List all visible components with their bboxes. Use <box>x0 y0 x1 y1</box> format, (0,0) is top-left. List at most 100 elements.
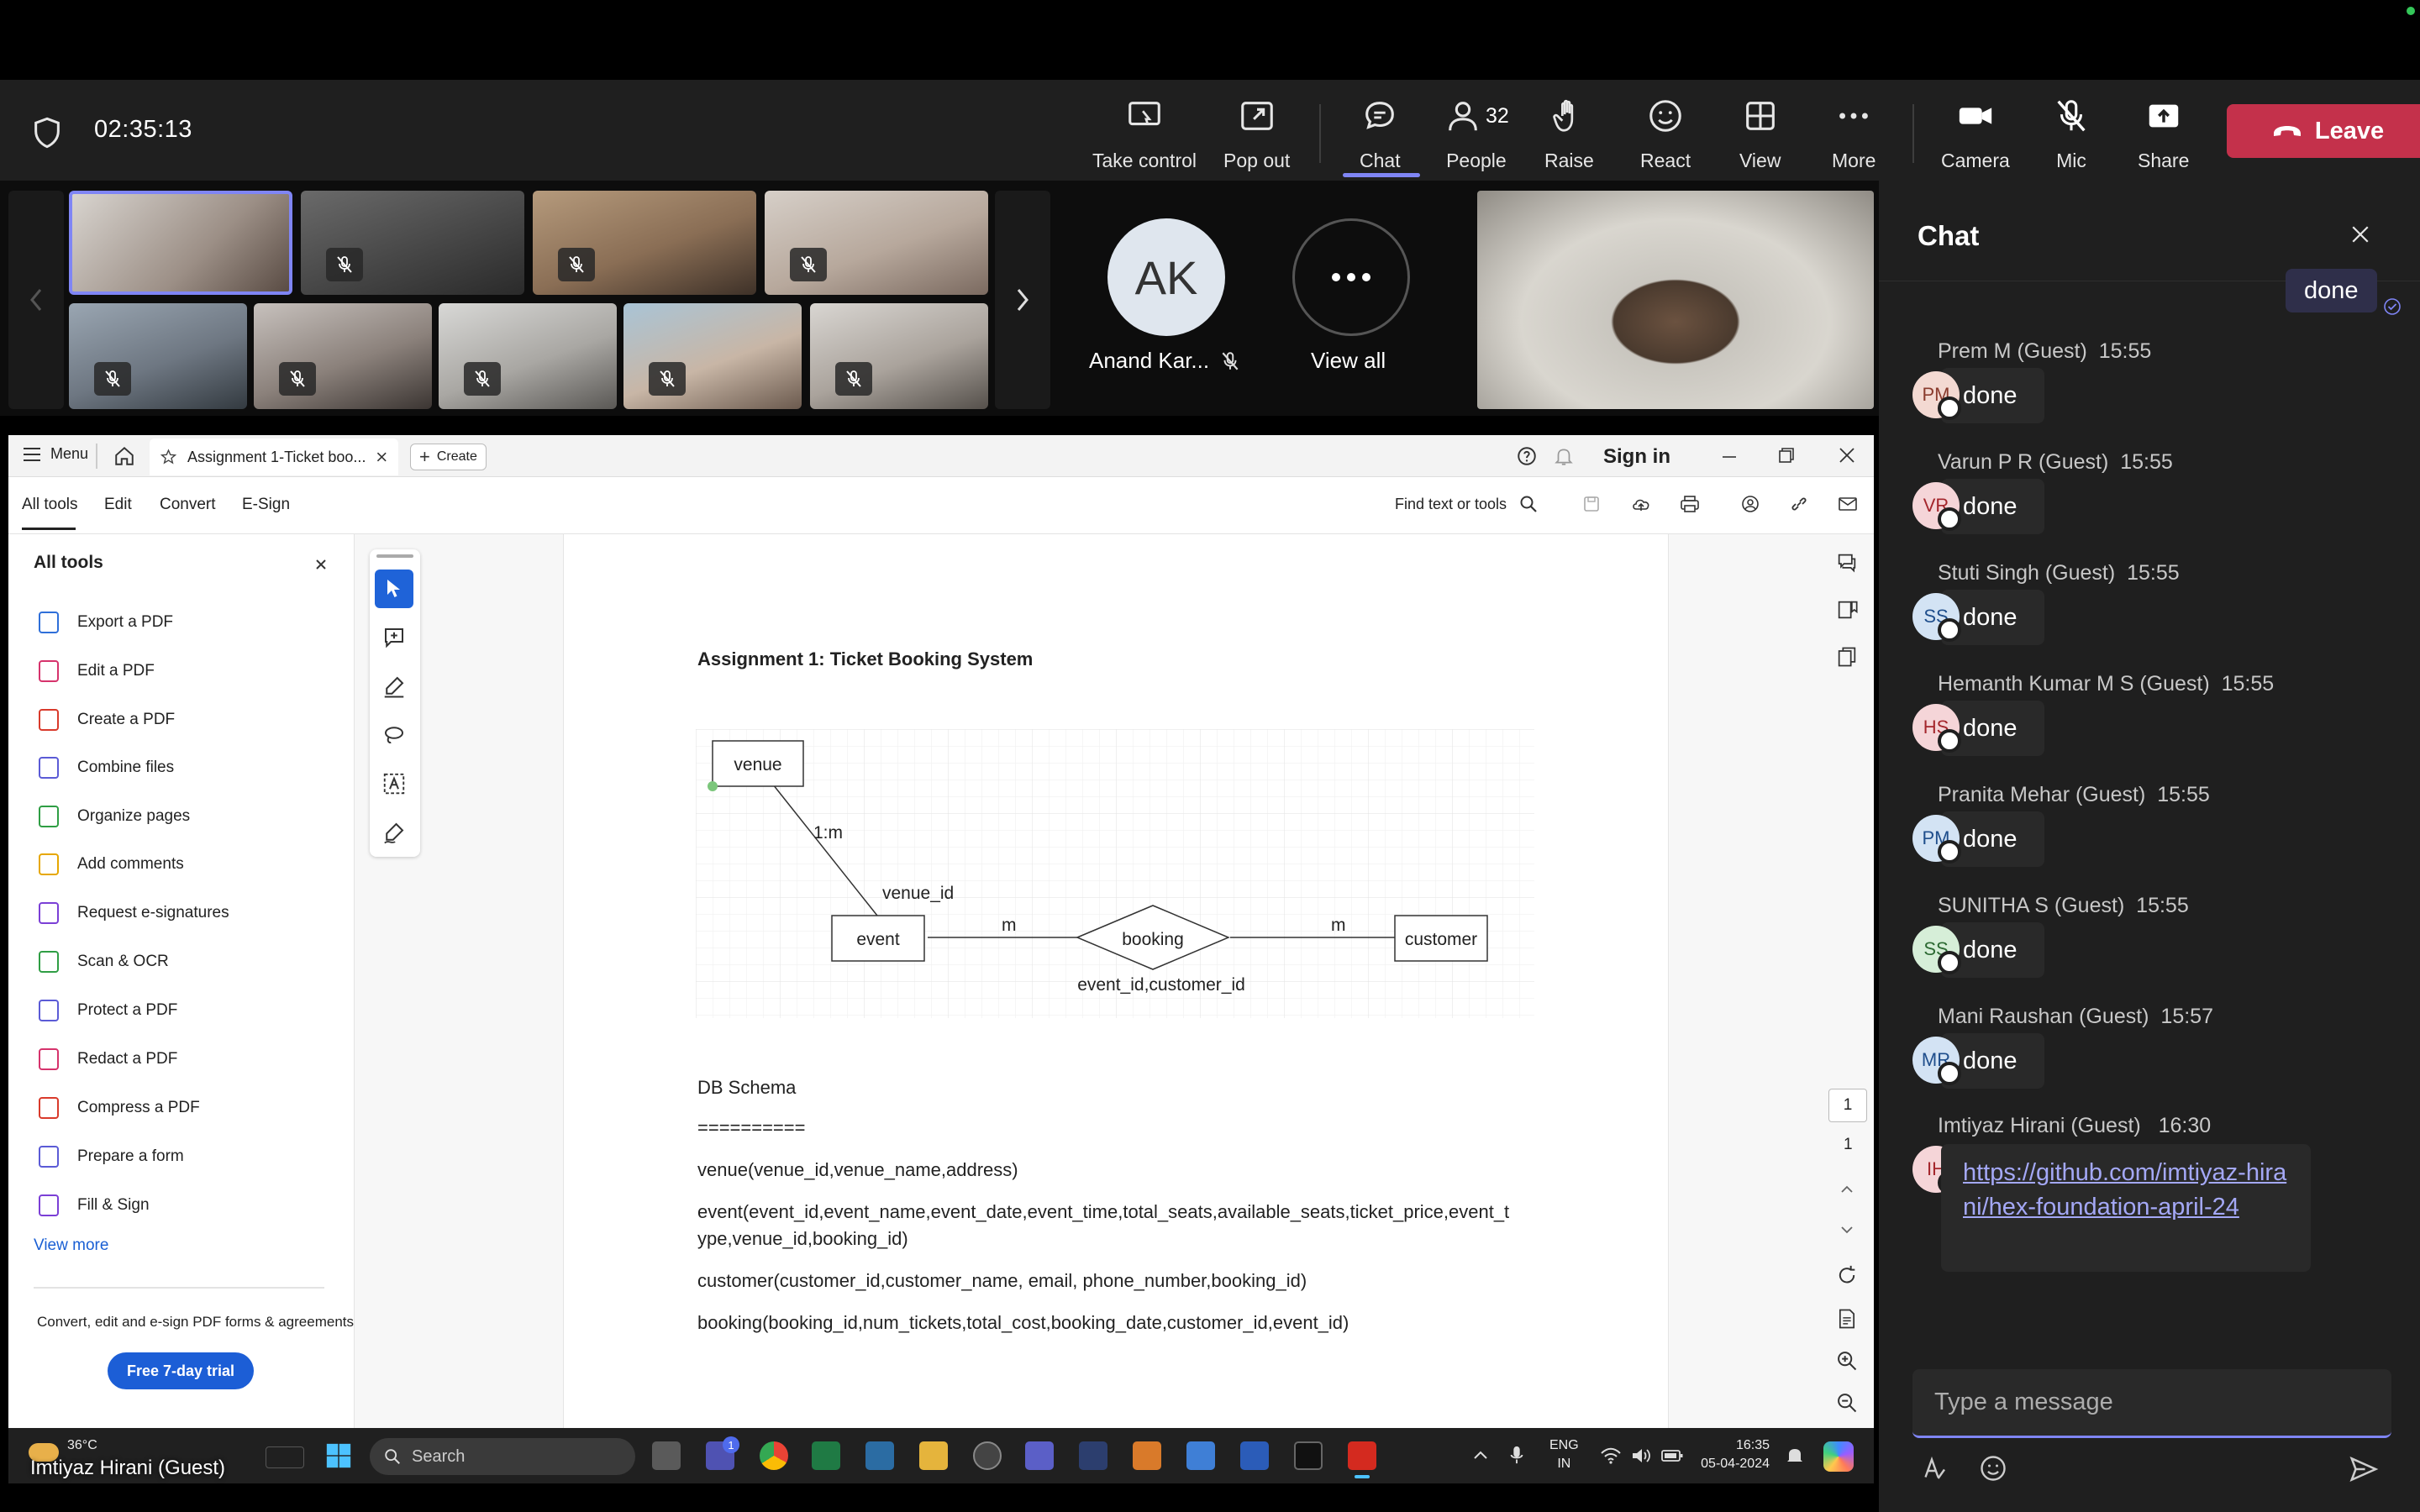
clock[interactable]: 16:35 05-04-2024 <box>1697 1436 1770 1473</box>
language-indicator[interactable]: ENG IN <box>1549 1436 1579 1473</box>
sign-pen-icon[interactable] <box>381 820 407 845</box>
print-icon[interactable] <box>1679 494 1701 514</box>
app-icon[interactable] <box>1133 1441 1161 1470</box>
terminal-icon[interactable] <box>1294 1441 1323 1470</box>
battery-icon[interactable] <box>1660 1446 1684 1465</box>
taskbar-search[interactable]: Search <box>370 1438 635 1475</box>
leave-button[interactable]: Leave <box>2227 104 2420 158</box>
message-avatar[interactable]: VR <box>1912 482 1961 531</box>
menu-button[interactable]: Menu <box>22 445 88 463</box>
close-chat-icon[interactable] <box>2348 222 2373 247</box>
free-trial-button[interactable]: Free 7-day trial <box>108 1352 254 1389</box>
lasso-icon[interactable] <box>381 722 407 748</box>
emoji-icon[interactable] <box>1978 1453 2008 1483</box>
word-icon[interactable] <box>1240 1441 1269 1470</box>
github-link[interactable]: https://github.com/imtiyaz-hirani/hex-fo… <box>1963 1156 2289 1225</box>
link-icon[interactable] <box>1788 494 1810 514</box>
take-control-button[interactable]: Take control <box>1092 97 1197 172</box>
tool-item[interactable]: Fill & Sign <box>39 1194 150 1216</box>
page-up-icon[interactable] <box>1837 1181 1857 1198</box>
save-icon[interactable] <box>1581 494 1602 514</box>
tool-item[interactable]: Add comments <box>39 853 184 875</box>
message-avatar[interactable]: SS <box>1912 593 1961 642</box>
mic-button[interactable]: Mic <box>2052 97 2091 172</box>
email-icon[interactable] <box>1837 494 1859 514</box>
message-input[interactable] <box>1912 1369 2391 1436</box>
restore-icon[interactable] <box>1776 445 1797 465</box>
video-tile[interactable] <box>623 303 802 409</box>
minimize-icon[interactable] <box>1719 447 1739 467</box>
view-all-button[interactable] <box>1292 218 1410 336</box>
compose-box[interactable] <box>1912 1369 2391 1438</box>
strip-next-button[interactable] <box>995 191 1050 409</box>
raise-hand-button[interactable]: Raise <box>1544 97 1594 172</box>
send-icon[interactable] <box>2348 1453 2380 1485</box>
chrome-icon[interactable] <box>760 1441 788 1470</box>
chat-button[interactable]: Chat <box>1360 97 1401 172</box>
chevron-up-icon[interactable] <box>1470 1446 1491 1463</box>
tab-all-tools[interactable]: All tools <box>22 496 78 514</box>
find-tools-search[interactable]: Find text or tools <box>1395 494 1539 514</box>
pop-out-button[interactable]: Pop out <box>1223 97 1290 172</box>
message-avatar[interactable]: SS <box>1912 926 1961 974</box>
tool-item[interactable]: Request e-signatures <box>39 902 229 924</box>
tool-item[interactable]: Export a PDF <box>39 612 173 633</box>
pen-highlight-icon[interactable] <box>381 674 407 699</box>
share-button[interactable]: Share <box>2138 97 2189 172</box>
taskbar-widget[interactable] <box>266 1446 304 1468</box>
video-tile[interactable] <box>810 303 988 409</box>
acrobat-taskbar-icon[interactable] <box>1348 1441 1376 1470</box>
home-icon[interactable] <box>113 445 136 467</box>
bell-icon[interactable] <box>1553 445 1575 467</box>
tool-item[interactable]: Protect a PDF <box>39 1000 177 1021</box>
weather-temp[interactable]: 36°C <box>67 1438 97 1453</box>
notification-bell-icon[interactable] <box>1785 1445 1805 1467</box>
people-button[interactable]: 32 People <box>1444 97 1509 172</box>
video-tile-active-speaker[interactable] <box>69 191 292 295</box>
copilot-icon[interactable] <box>1823 1441 1854 1472</box>
video-tile[interactable] <box>439 303 617 409</box>
tool-item[interactable]: Create a PDF <box>39 709 175 731</box>
participant-avatar[interactable]: AK <box>1107 218 1225 336</box>
message-avatar[interactable]: MR <box>1912 1037 1961 1085</box>
mic-tray-icon[interactable] <box>1507 1443 1526 1467</box>
tool-item[interactable]: Scan & OCR <box>39 951 169 973</box>
presenter-video[interactable] <box>1477 191 1874 409</box>
tool-item[interactable]: Combine files <box>39 757 174 779</box>
file-explorer-icon[interactable] <box>919 1441 948 1470</box>
volume-icon[interactable] <box>1630 1446 1652 1465</box>
tool-item[interactable]: Compress a PDF <box>39 1097 200 1119</box>
close-tab-icon[interactable] <box>376 449 388 465</box>
teams-icon[interactable] <box>1025 1441 1054 1470</box>
tool-item[interactable]: Redact a PDF <box>39 1048 177 1070</box>
view-button[interactable]: View <box>1739 97 1781 172</box>
vscode-icon[interactable] <box>1079 1441 1107 1470</box>
refresh-icon[interactable] <box>1835 1263 1859 1287</box>
select-tool-button[interactable] <box>375 570 413 608</box>
task-view-icon[interactable] <box>652 1441 681 1470</box>
comments-panel-icon[interactable] <box>1835 551 1859 575</box>
tool-item[interactable]: Prepare a form <box>39 1146 184 1168</box>
bookmarks-icon[interactable] <box>1835 598 1859 622</box>
help-icon[interactable] <box>1516 445 1538 467</box>
page-down-icon[interactable] <box>1837 1221 1857 1238</box>
tool-item[interactable]: Organize pages <box>39 806 190 827</box>
message-avatar[interactable]: PM <box>1912 815 1961 864</box>
message-avatar[interactable]: HS <box>1912 704 1961 753</box>
tool-item[interactable]: Edit a PDF <box>39 660 155 682</box>
app-icon[interactable] <box>973 1441 1002 1470</box>
close-window-icon[interactable] <box>1837 445 1857 465</box>
more-button[interactable]: More <box>1832 97 1876 172</box>
windows-start-icon[interactable] <box>324 1441 353 1470</box>
excel-icon[interactable] <box>812 1441 840 1470</box>
cloud-upload-icon[interactable] <box>1630 494 1652 514</box>
video-tile[interactable] <box>765 191 988 295</box>
notepad-icon[interactable] <box>1186 1441 1215 1470</box>
page-fit-icon[interactable] <box>1835 1307 1859 1331</box>
video-tile[interactable] <box>533 191 756 295</box>
create-button[interactable]: + Create <box>410 444 487 470</box>
document-tab[interactable]: Assignment 1-Ticket boo... <box>150 438 398 475</box>
pages-thumbnails-icon[interactable] <box>1835 645 1859 669</box>
tab-convert[interactable]: Convert <box>160 496 216 514</box>
zoom-in-icon[interactable] <box>1835 1349 1859 1373</box>
